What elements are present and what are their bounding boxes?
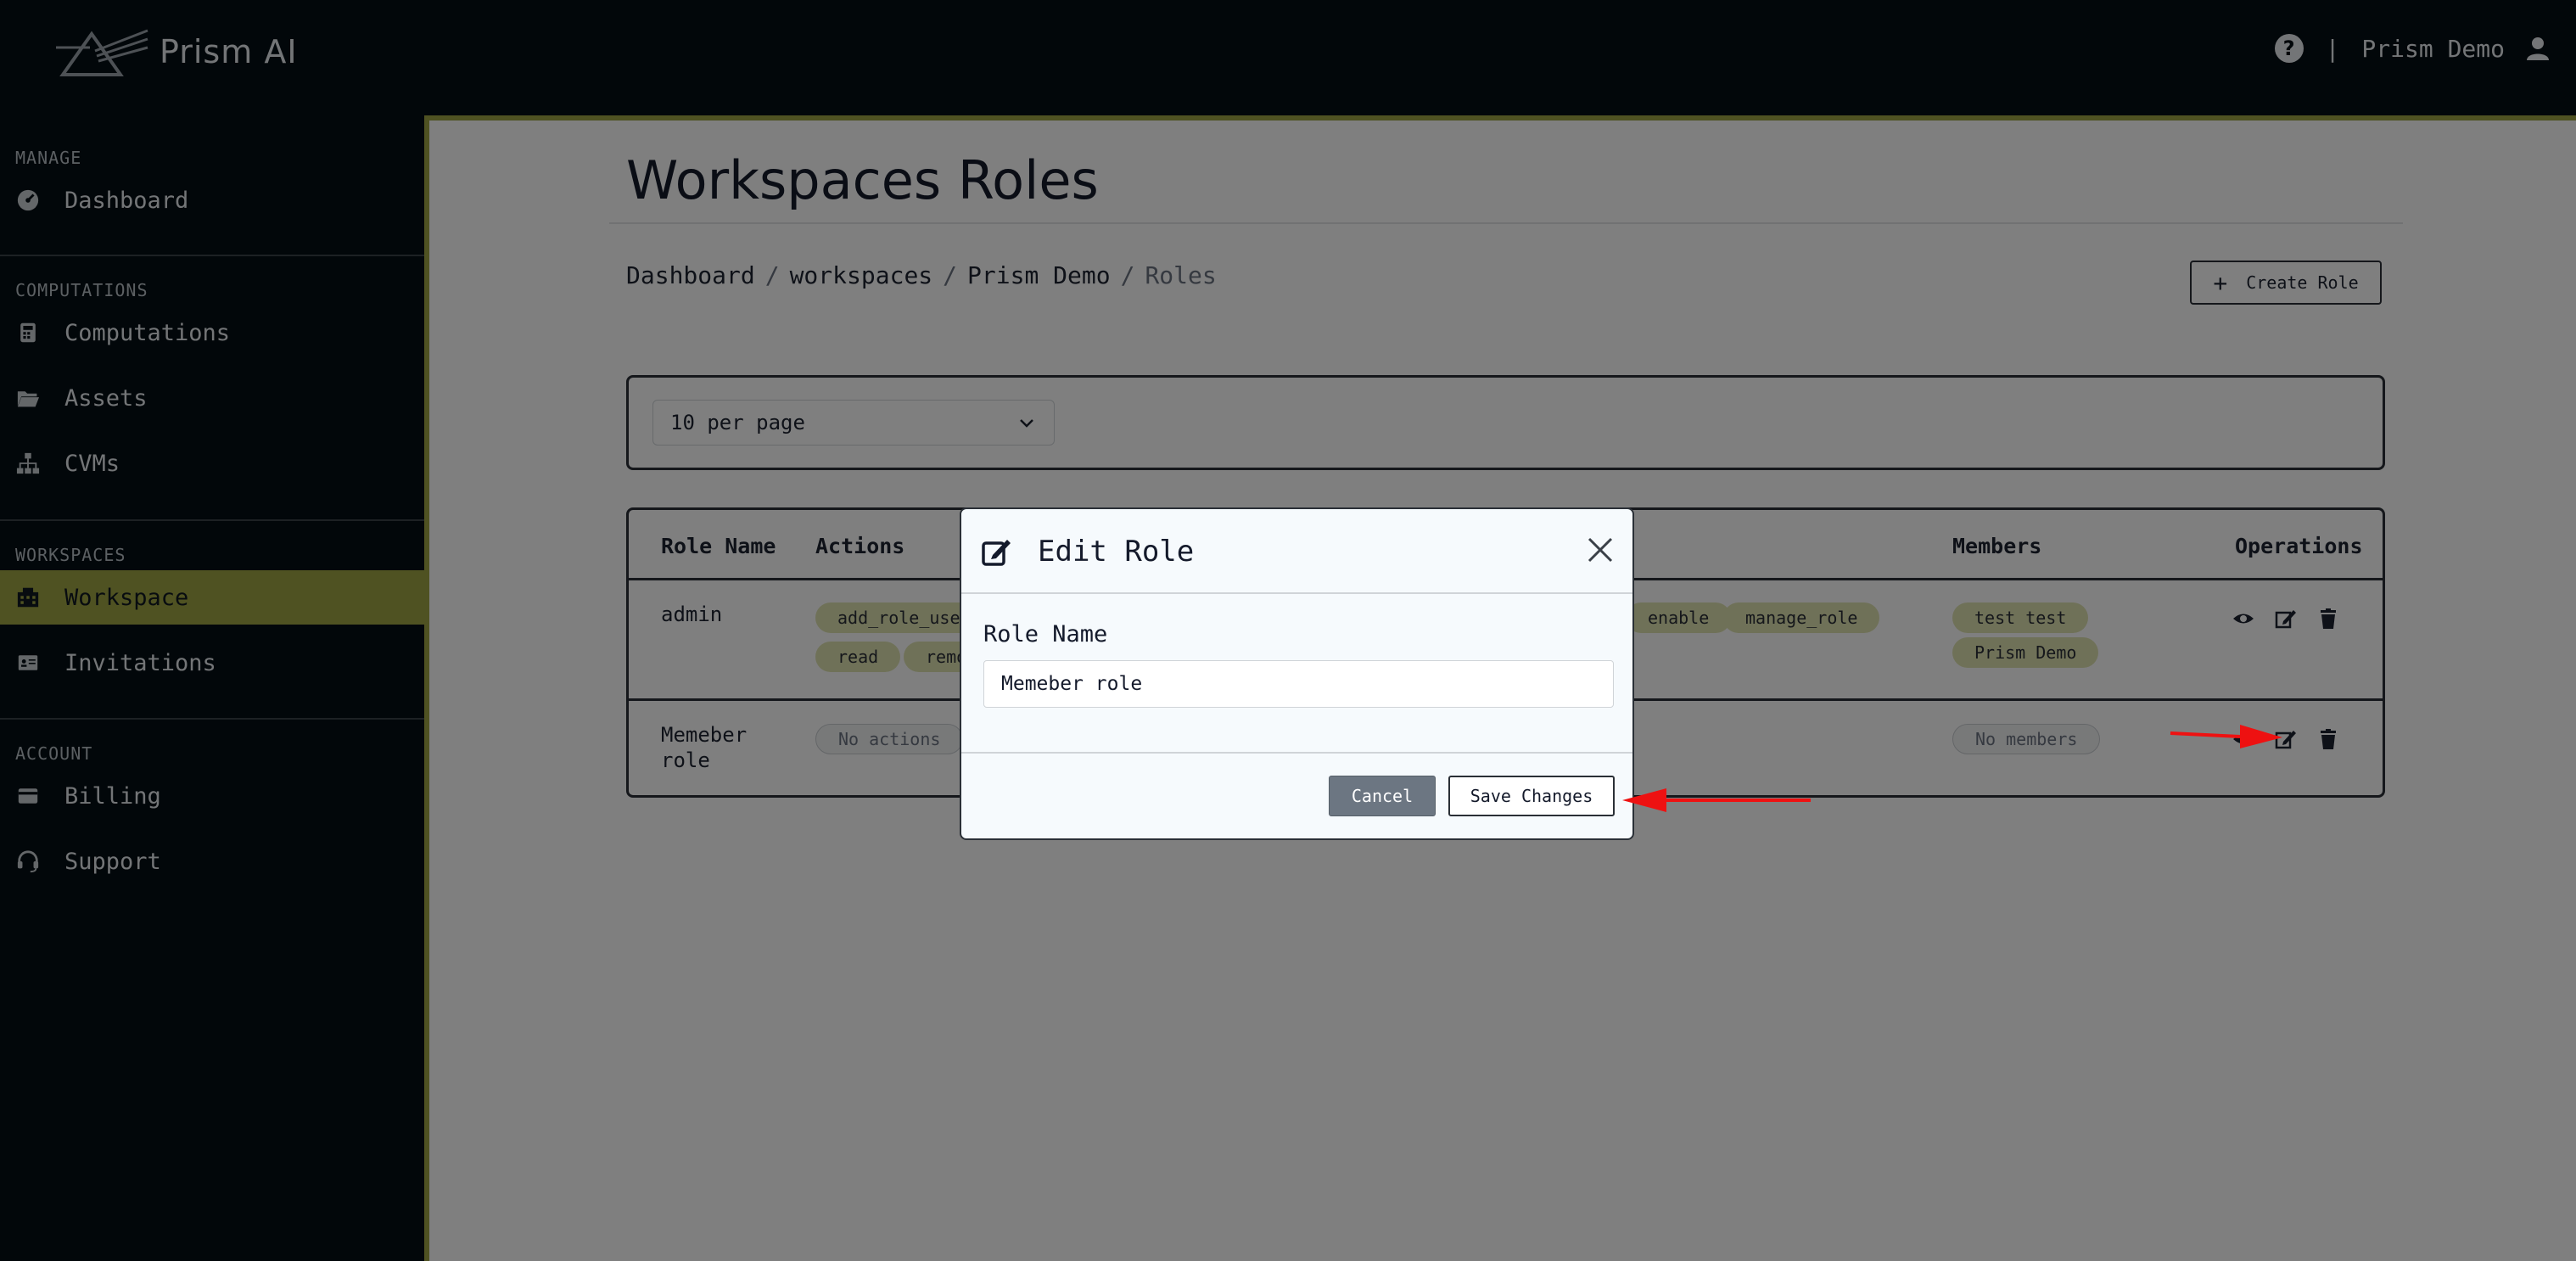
save-changes-button[interactable]: Save Changes (1448, 776, 1615, 816)
close-icon[interactable] (1585, 535, 1616, 565)
cancel-button[interactable]: Cancel (1329, 776, 1436, 816)
modal-header: Edit Role (961, 509, 1632, 594)
edit-icon (982, 540, 1011, 566)
modal-footer-divider (961, 752, 1632, 754)
modal-title: Edit Role (1038, 535, 1195, 569)
edit-role-modal: Edit Role Role Name Cancel Save Changes (960, 507, 1634, 840)
role-name-label: Role Name (983, 621, 1108, 647)
role-name-input[interactable] (983, 660, 1614, 708)
